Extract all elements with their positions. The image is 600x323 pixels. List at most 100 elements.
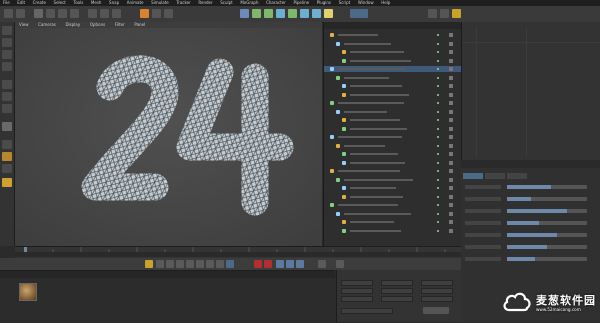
object-row[interactable] [324, 66, 461, 72]
next-frame-icon[interactable] [196, 260, 204, 268]
tag-icon[interactable] [449, 84, 453, 88]
coord-field-y[interactable] [341, 288, 373, 294]
visibility-dot-icon[interactable] [437, 161, 439, 164]
visibility-dot-icon[interactable] [437, 85, 439, 87]
object-row[interactable] [324, 117, 461, 123]
key-param-icon[interactable] [318, 260, 326, 268]
object-row[interactable] [324, 160, 461, 166]
z-axis-icon[interactable] [112, 9, 121, 18]
attribute-slider[interactable] [465, 209, 587, 213]
viewport-menu-cameras[interactable]: Cameras [38, 22, 56, 27]
render-settings-icon[interactable] [164, 9, 173, 18]
solo-mode-icon[interactable] [2, 164, 12, 173]
object-row[interactable] [324, 143, 461, 149]
workplane-mode-icon[interactable] [2, 62, 12, 71]
coord-rot-b[interactable] [421, 296, 453, 302]
tag-icon[interactable] [449, 152, 453, 156]
viewport-3d[interactable] [15, 22, 322, 246]
tag-icon[interactable] [449, 220, 453, 224]
tag-icon[interactable] [449, 160, 453, 165]
attribute-slider[interactable] [465, 197, 587, 201]
object-row[interactable] [324, 177, 461, 183]
coord-size-x[interactable] [381, 280, 413, 286]
scale-tool-icon[interactable] [58, 9, 67, 18]
polygons-mode-icon[interactable] [2, 104, 12, 113]
tag-icon[interactable] [449, 194, 453, 199]
visibility-dot-icon[interactable] [437, 76, 439, 79]
viewport-menu-display[interactable]: Display [65, 22, 80, 27]
visibility-dot-icon[interactable] [437, 127, 439, 130]
coord-field-z[interactable] [341, 296, 373, 302]
visibility-dot-icon[interactable] [437, 221, 439, 223]
lock-icon[interactable] [452, 9, 461, 18]
object-row[interactable] [324, 194, 461, 200]
attribute-slider[interactable] [465, 257, 587, 261]
visibility-dot-icon[interactable] [437, 42, 439, 45]
rotate-tool-icon[interactable] [70, 9, 79, 18]
axis-mode-icon[interactable] [2, 140, 12, 149]
visibility-dot-icon[interactable] [437, 51, 439, 53]
tweak-mode-icon[interactable] [2, 152, 12, 161]
object-row[interactable] [324, 134, 461, 140]
layout-switch-icon[interactable] [350, 9, 368, 18]
keyframe-icon[interactable] [145, 260, 153, 268]
select-tool-icon[interactable] [34, 9, 43, 18]
attribute-tab-coord[interactable] [485, 173, 505, 179]
attribute-tab-basic[interactable] [463, 173, 483, 179]
deformer-icon[interactable] [288, 9, 297, 18]
previous-key-icon[interactable] [166, 260, 174, 268]
key-rotation-icon[interactable] [296, 260, 304, 268]
previous-frame-icon[interactable] [176, 260, 184, 268]
workplane-icon[interactable] [440, 9, 449, 18]
move-tool-icon[interactable] [46, 9, 55, 18]
subdivision-icon[interactable] [264, 9, 273, 18]
visibility-dot-icon[interactable] [437, 59, 439, 62]
coord-rot-p[interactable] [421, 288, 453, 294]
visibility-dot-icon[interactable] [437, 34, 439, 36]
visibility-dot-icon[interactable] [437, 93, 439, 96]
tag-icon[interactable] [449, 228, 453, 233]
loop-icon[interactable] [226, 260, 234, 268]
camera-icon[interactable] [312, 9, 321, 18]
object-row[interactable] [324, 202, 461, 208]
object-row[interactable] [324, 219, 461, 225]
pen-icon[interactable] [252, 9, 261, 18]
render-picture-icon[interactable] [152, 9, 161, 18]
tag-icon[interactable] [449, 67, 453, 71]
visibility-dot-icon[interactable] [437, 110, 439, 113]
timeline-range-bar[interactable] [15, 252, 461, 257]
tag-icon[interactable] [449, 109, 453, 114]
tag-icon[interactable] [449, 186, 453, 190]
texture-mode-icon[interactable] [2, 50, 12, 59]
redo-icon[interactable] [16, 9, 25, 18]
object-row[interactable] [324, 83, 461, 89]
object-row[interactable] [324, 32, 461, 38]
object-row[interactable] [324, 75, 461, 81]
visibility-dot-icon[interactable] [437, 68, 439, 70]
visibility-dot-icon[interactable] [437, 204, 439, 206]
autokey-icon[interactable] [264, 260, 272, 268]
environment-icon[interactable] [300, 9, 309, 18]
visibility-dot-icon[interactable] [437, 119, 439, 121]
viewport-menu-panel[interactable]: Panel [134, 22, 145, 27]
points-mode-icon[interactable] [2, 80, 12, 89]
attribute-slider[interactable] [465, 233, 587, 237]
render-view-icon[interactable] [140, 9, 149, 18]
object-row[interactable] [324, 185, 461, 191]
visibility-dot-icon[interactable] [437, 170, 439, 172]
object-row[interactable] [324, 41, 461, 47]
edges-mode-icon[interactable] [2, 92, 12, 101]
x-axis-icon[interactable] [88, 9, 97, 18]
tag-icon[interactable] [449, 118, 453, 122]
visibility-dot-icon[interactable] [437, 195, 439, 198]
attribute-slider[interactable] [465, 245, 587, 249]
viewport-menu-filter[interactable]: Filter [115, 22, 125, 27]
undo-icon[interactable] [4, 9, 13, 18]
object-row[interactable] [324, 109, 461, 115]
object-row[interactable] [324, 168, 461, 174]
tag-icon[interactable] [449, 177, 453, 182]
light-icon[interactable] [324, 9, 333, 18]
play-icon[interactable] [186, 260, 194, 268]
key-scale-icon[interactable] [286, 260, 294, 268]
cube-icon[interactable] [240, 9, 249, 18]
